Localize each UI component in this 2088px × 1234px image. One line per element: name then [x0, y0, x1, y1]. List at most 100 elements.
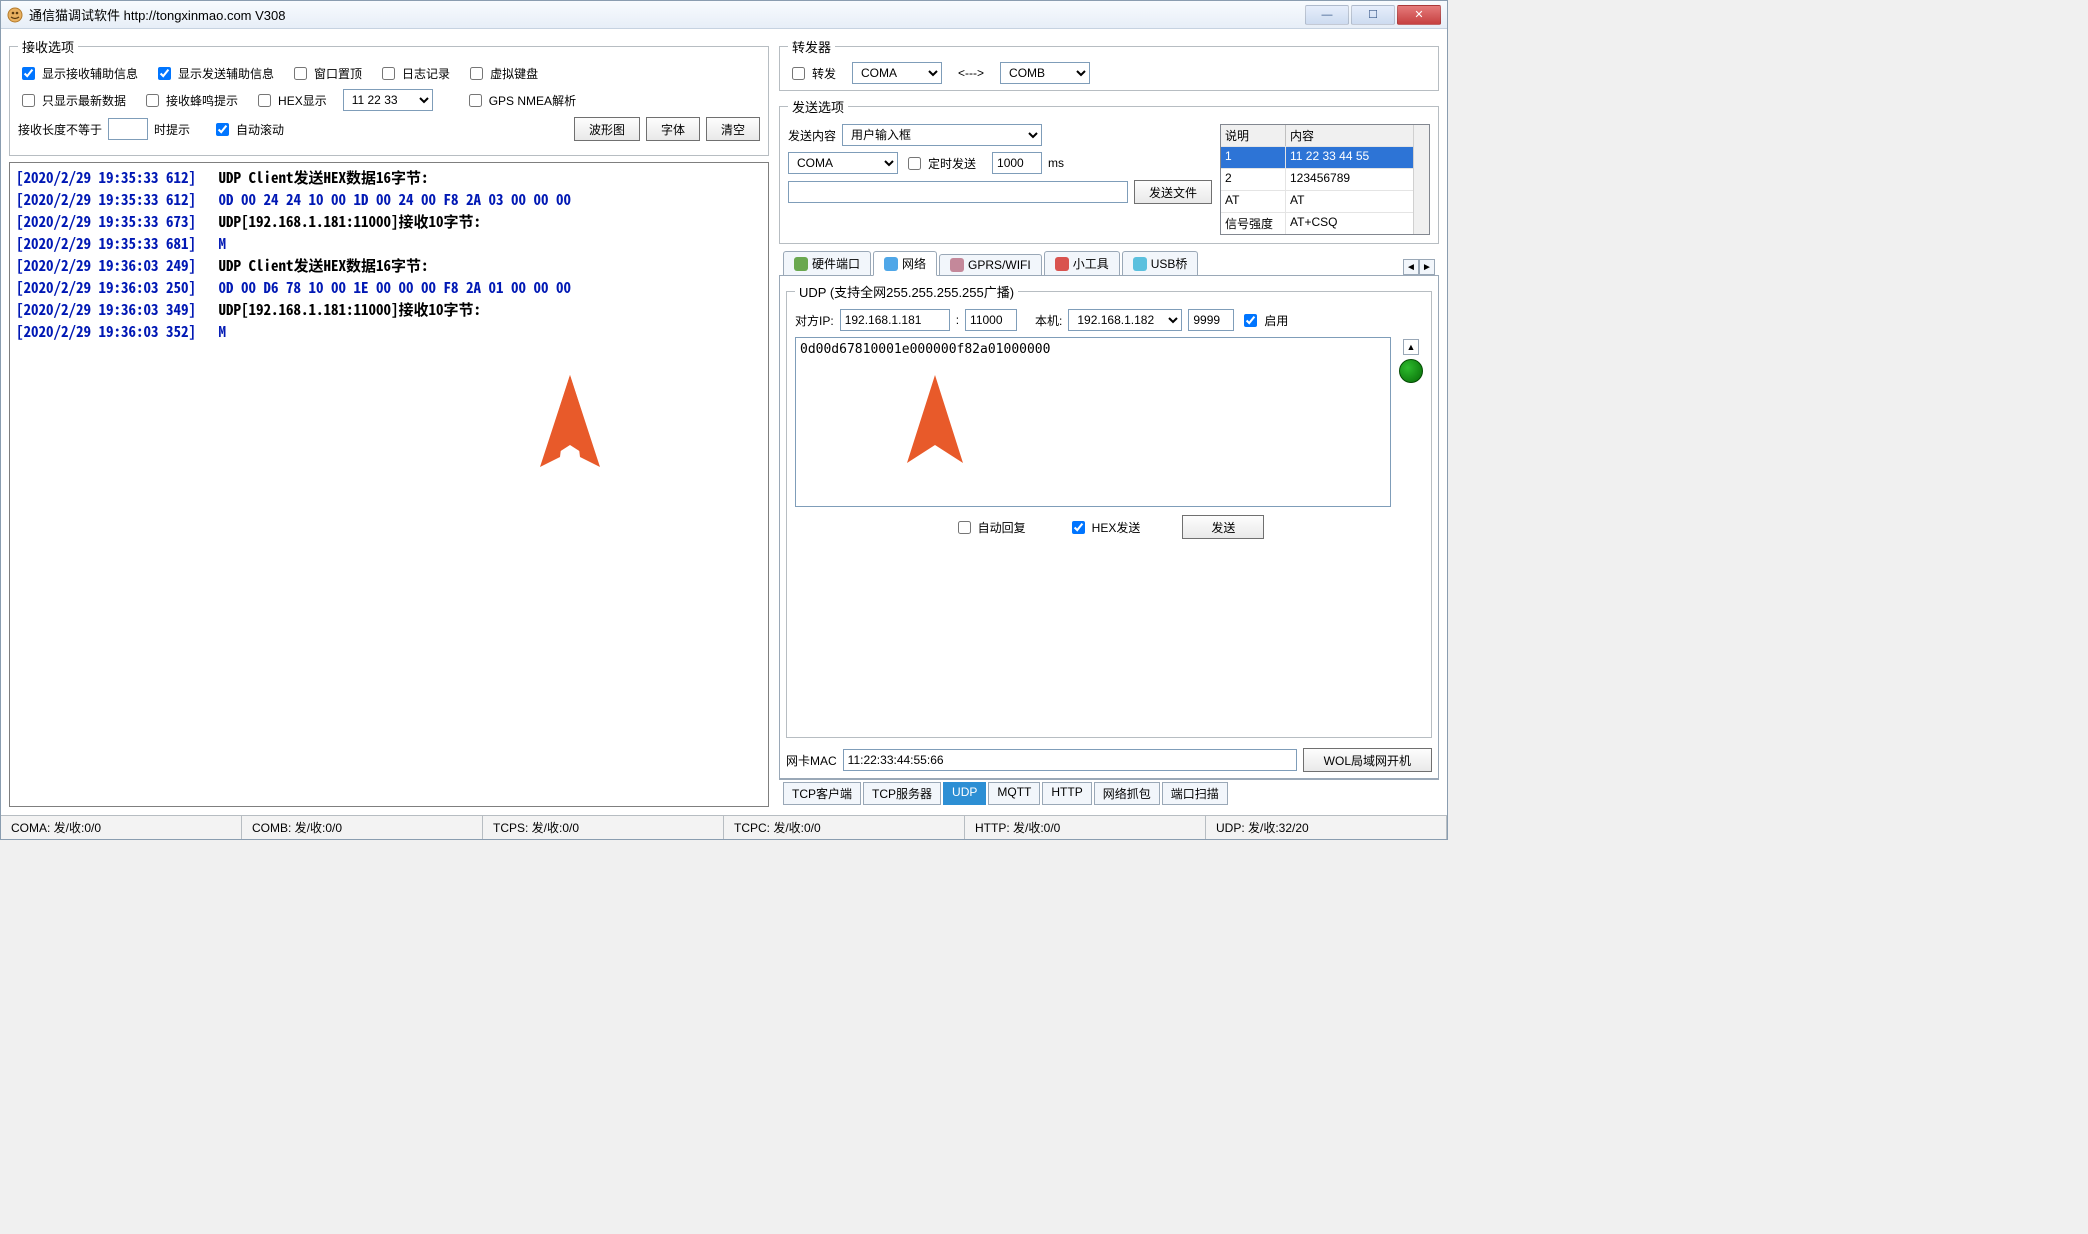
status-http: HTTP: 发/收:0/0 — [965, 816, 1206, 839]
tabs-scroll-left[interactable]: ◄ — [1403, 259, 1419, 275]
local-ip-label: 本机: — [1035, 312, 1062, 329]
status-tcps: TCPS: 发/收:0/0 — [483, 816, 724, 839]
forwarder-group: 转发器 转发 COMA <---> COMB — [779, 37, 1439, 91]
clear-button[interactable]: 清空 — [706, 117, 760, 141]
close-button[interactable]: ✕ — [1397, 5, 1441, 25]
udp-data-textarea[interactable] — [795, 337, 1391, 507]
tools-icon — [1055, 257, 1069, 271]
send-file-input[interactable] — [788, 181, 1128, 203]
length-ne-input[interactable] — [108, 118, 148, 140]
wol-button[interactable]: WOL局域网开机 — [1303, 748, 1432, 772]
preset-row[interactable]: 信号强度AT+CSQ — [1221, 212, 1429, 234]
subtab-portscan[interactable]: 端口扫描 — [1162, 782, 1228, 805]
log-textarea[interactable]: [2020/2/29 19:35:33 612] UDP Client发送HEX… — [9, 162, 769, 807]
receive-options-group: 接收选项 显示接收辅助信息 显示发送辅助信息 窗口置顶 日志记录 虚拟键盘 只显… — [9, 37, 769, 156]
forward-arrow-label: <---> — [948, 66, 994, 80]
tab-usb-bridge[interactable]: USB桥 — [1122, 251, 1199, 275]
preset-row[interactable]: 111 22 33 44 55 — [1221, 146, 1429, 168]
send-port-select[interactable]: COMA — [788, 152, 898, 174]
remote-ip-label: 对方IP: — [795, 312, 834, 329]
main-tabs: 硬件端口 网络 GPRS/WIFI 小工具 USB桥 ◄ ► — [779, 250, 1439, 276]
network-icon — [884, 257, 898, 271]
hex-display-checkbox[interactable]: HEX显示 — [254, 91, 327, 110]
autoscroll-checkbox[interactable]: 自动滚动 — [212, 120, 284, 139]
tab-hardware-port[interactable]: 硬件端口 — [783, 251, 871, 275]
subtab-tcp-client[interactable]: TCP客户端 — [783, 782, 861, 805]
maximize-button[interactable]: ☐ — [1351, 5, 1395, 25]
tab-tools[interactable]: 小工具 — [1044, 251, 1120, 275]
tabs-scroll-right[interactable]: ► — [1419, 259, 1435, 275]
minimize-button[interactable]: — — [1305, 5, 1349, 25]
status-coma: COMA: 发/收:0/0 — [1, 816, 242, 839]
tab-gprs-wifi[interactable]: GPRS/WIFI — [939, 254, 1042, 275]
mac-label: 网卡MAC — [786, 752, 837, 769]
send-options-group: 发送选项 发送内容 用户输入框 COMA 定时发送 ms — [779, 97, 1439, 244]
udp-legend: UDP (支持全网255.255.255.255广播) — [795, 282, 1018, 301]
udp-enable-checkbox[interactable]: 启用 — [1240, 311, 1288, 330]
subtab-netcap[interactable]: 网络抓包 — [1094, 782, 1160, 805]
mac-input[interactable] — [843, 749, 1297, 771]
network-subtabs: TCP客户端 TCP服务器 UDP MQTT HTTP 网络抓包 端口扫描 — [779, 779, 1439, 807]
right-pane: 转发器 转发 COMA <---> COMB 发送选项 发送内容 用户输入框 — [779, 37, 1439, 807]
receive-options-legend: 接收选项 — [18, 37, 78, 56]
forwarder-legend: 转发器 — [788, 37, 835, 56]
status-udp: UDP: 发/收:32/20 — [1206, 816, 1447, 839]
length-hint-label: 时提示 — [154, 121, 190, 138]
wifi-icon — [950, 258, 964, 272]
titlebar: 通信猫调试软件 http://tongxinmao.com V308 — ☐ ✕ — [1, 1, 1447, 29]
send-file-button[interactable]: 发送文件 — [1134, 180, 1212, 204]
preset-row[interactable]: ATAT — [1221, 190, 1429, 212]
topmost-checkbox[interactable]: 窗口置顶 — [290, 64, 362, 83]
udp-send-button[interactable]: 发送 — [1182, 515, 1264, 539]
content-area: 接收选项 显示接收辅助信息 显示发送辅助信息 窗口置顶 日志记录 虚拟键盘 只显… — [1, 29, 1447, 815]
send-content-select[interactable]: 用户输入框 — [842, 124, 1042, 146]
left-pane: 接收选项 显示接收辅助信息 显示发送辅助信息 窗口置顶 日志记录 虚拟键盘 只显… — [9, 37, 769, 807]
forward-to-select[interactable]: COMB — [1000, 62, 1090, 84]
status-comb: COMB: 发/收:0/0 — [242, 816, 483, 839]
show-recv-aux-checkbox[interactable]: 显示接收辅助信息 — [18, 64, 138, 83]
recv-beep-checkbox[interactable]: 接收蜂鸣提示 — [142, 91, 238, 110]
forward-from-select[interactable]: COMA — [852, 62, 942, 84]
preset-row[interactable]: 2123456789 — [1221, 168, 1429, 190]
udp-scroll-up[interactable]: ▲ — [1403, 339, 1419, 355]
timed-interval-input[interactable] — [992, 152, 1042, 174]
virtual-keyboard-checkbox[interactable]: 虚拟键盘 — [466, 64, 538, 83]
forward-enable-checkbox[interactable]: 转发 — [788, 64, 836, 83]
send-options-legend: 发送选项 — [788, 97, 848, 116]
usb-icon — [1133, 257, 1147, 271]
send-content-label: 发送内容 — [788, 127, 836, 144]
hex-sample-select[interactable]: 11 22 33 — [343, 89, 433, 111]
auto-reply-checkbox[interactable]: 自动回复 — [954, 518, 1026, 537]
show-send-aux-checkbox[interactable]: 显示发送辅助信息 — [154, 64, 274, 83]
hardware-icon — [794, 257, 808, 271]
local-ip-select[interactable]: 192.168.1.182 — [1068, 309, 1182, 331]
log-record-checkbox[interactable]: 日志记录 — [378, 64, 450, 83]
status-tcpc: TCPC: 发/收:0/0 — [724, 816, 965, 839]
tab-network[interactable]: 网络 — [873, 251, 937, 276]
remote-port-input[interactable] — [965, 309, 1017, 331]
udp-group: UDP (支持全网255.255.255.255广播) 对方IP: : 本机: … — [786, 282, 1432, 738]
table-scrollbar[interactable] — [1413, 125, 1429, 234]
subtab-udp[interactable]: UDP — [943, 782, 986, 805]
hex-send-checkbox[interactable]: HEX发送 — [1068, 518, 1141, 537]
window-buttons: — ☐ ✕ — [1305, 5, 1441, 25]
font-button[interactable]: 字体 — [646, 117, 700, 141]
table-header: 说明 内容 — [1221, 125, 1429, 146]
waveform-button[interactable]: 波形图 — [574, 117, 640, 141]
send-presets-table[interactable]: 说明 内容 111 22 33 44 552123456789ATAT信号强度A… — [1220, 124, 1430, 235]
subtab-http[interactable]: HTTP — [1042, 782, 1091, 805]
local-port-input[interactable] — [1188, 309, 1234, 331]
subtab-mqtt[interactable]: MQTT — [988, 782, 1040, 805]
statusbar: COMA: 发/收:0/0 COMB: 发/收:0/0 TCPS: 发/收:0/… — [1, 815, 1447, 839]
udp-status-indicator — [1399, 359, 1423, 383]
remote-ip-input[interactable] — [840, 309, 950, 331]
gps-nmea-checkbox[interactable]: GPS NMEA解析 — [465, 91, 576, 110]
app-icon — [7, 7, 23, 23]
only-newest-checkbox[interactable]: 只显示最新数据 — [18, 91, 126, 110]
ms-label: ms — [1048, 156, 1064, 170]
app-window: 通信猫调试软件 http://tongxinmao.com V308 — ☐ ✕… — [0, 0, 1448, 840]
window-title: 通信猫调试软件 http://tongxinmao.com V308 — [29, 5, 285, 24]
subtab-tcp-server[interactable]: TCP服务器 — [863, 782, 941, 805]
length-ne-label: 接收长度不等于 — [18, 121, 102, 138]
timed-send-checkbox[interactable]: 定时发送 — [904, 154, 976, 173]
